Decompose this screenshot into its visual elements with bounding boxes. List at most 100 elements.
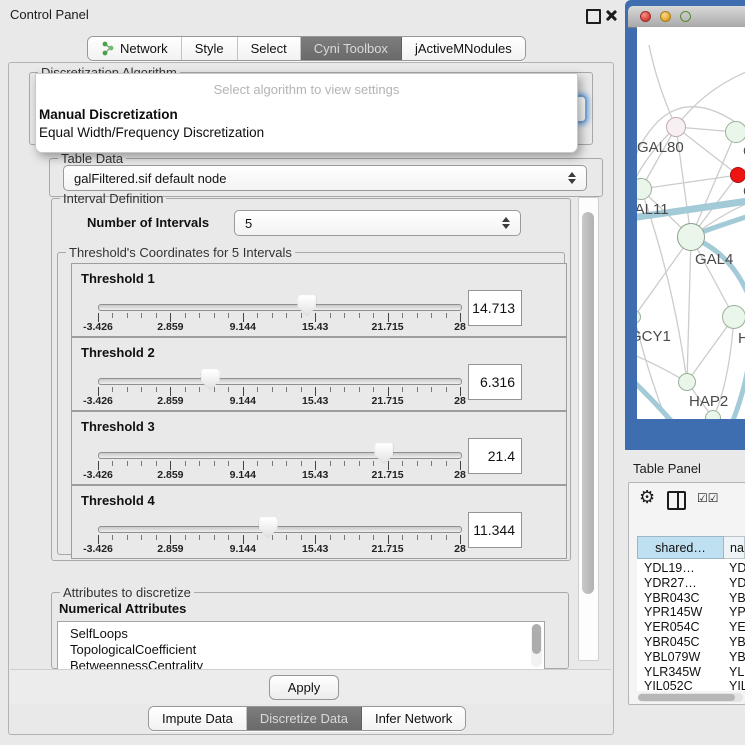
node-label: HAP2 [689,393,728,410]
gear-icon[interactable]: ⚙ [639,487,655,508]
table-row[interactable]: YDL19…YDL1 [637,561,745,576]
tab-jactivemnodules[interactable]: jActiveMNodules [402,37,525,60]
table-row[interactable]: YDR27…YDR2 [637,576,745,591]
scale-label: 21.715 [372,395,404,407]
slider-track[interactable] [98,304,462,311]
tab-discretize-data[interactable]: Discretize Data [247,707,362,730]
minor-tick [431,387,432,392]
threshold-value-field[interactable]: 21.4 [468,438,522,474]
tab-select[interactable]: Select [238,37,301,60]
combo-arrows-icon [568,172,577,184]
scale-label: 2.859 [157,395,183,407]
cell-shared-name: YBR043C [644,591,700,605]
network-icon [101,41,115,56]
scale-label: 21.715 [372,469,404,481]
cell-shared-name: YBL079W [644,650,700,664]
threshold-row: Threshold 1 -3.4262.8599.14415.4321.7152… [71,263,567,337]
cell-name: YBR0 [729,635,745,649]
minor-tick [417,461,418,466]
node-label: GCY1 [637,328,671,345]
tab-infer-network[interactable]: Infer Network [362,707,465,730]
table-row[interactable]: YBR043CYBR0 [637,591,745,606]
edge[interactable] [641,175,738,189]
threshold-row: Threshold 3 -3.4262.8599.14415.4321.7152… [71,411,567,485]
minor-tick [141,535,142,540]
table-row[interactable]: YIL052CYIL0 [637,679,745,691]
scale-label: 2.859 [157,321,183,333]
teal-edge[interactable] [637,377,675,419]
threshold-value-field[interactable]: 6.316 [468,364,522,400]
table-hscrollbar[interactable] [638,693,743,702]
minor-tick [185,387,186,392]
popup-item-equal-width-frequency[interactable]: Equal Width/Frequency Discretization [39,125,264,140]
scale-label: 28 [454,395,466,407]
edge[interactable] [687,237,691,382]
minor-tick [402,535,403,540]
zoom-traffic-light-icon[interactable] [680,11,691,22]
threshold-label: Threshold 4 [81,493,155,508]
apply-button[interactable]: Apply [269,675,339,700]
minor-tick [127,461,128,466]
numerical-attributes-list[interactable]: SelfLoops TopologicalCoefficient Between… [57,621,545,670]
slider-scale-labels: -3.4262.8599.14415.4321.71528 [98,543,460,555]
minor-tick [373,387,374,392]
table-row[interactable]: YPR145WYPR1 [637,605,745,620]
threshold-row: Threshold 2 -3.4262.8599.14415.4321.7152… [71,337,567,411]
threshold-value-field[interactable]: 14.713 [468,290,522,326]
table-row[interactable]: YBR045CYBR0 [637,635,745,650]
network-node[interactable] [705,410,721,419]
cyni-toolbox-panel: Discretization Algorithm Table Data galF… [8,62,614,735]
scale-label: 15.43 [302,395,328,407]
network-canvas[interactable]: GAL80GACGAL11GAL4GCY1HHAP2 [637,27,745,419]
slider-track[interactable] [98,452,462,459]
network-node[interactable] [722,305,745,329]
network-node[interactable] [730,167,745,183]
slider-track[interactable] [98,526,462,533]
close-icon[interactable] [605,9,618,22]
close-traffic-light-icon[interactable] [640,11,651,22]
scale-label: 9.144 [230,395,256,407]
tab-cyni-toolbox[interactable]: Cyni Toolbox [301,37,402,60]
scale-label: 15.43 [302,321,328,333]
network-node[interactable] [725,121,745,143]
tab-label: Discretize Data [260,711,348,726]
float-window-icon[interactable] [586,9,601,24]
minor-tick [156,461,157,466]
table-row[interactable]: YLR345WYLR3 [637,665,745,680]
tab-network[interactable]: Network [88,37,182,60]
tab-label: jActiveMNodules [415,41,512,56]
table-data-combo[interactable]: galFiltered.sif default node [63,165,587,191]
threshold-value-field[interactable]: 11.344 [468,512,522,548]
column-header-shared-name[interactable]: shared… [637,536,724,559]
column-header-name[interactable]: na [724,536,745,559]
list-item[interactable]: TopologicalCoefficient [70,642,196,657]
table-row[interactable]: YBL079WYBL0 [637,650,745,665]
panel-scrollbar[interactable] [578,197,599,661]
popup-item-manual-discretization[interactable]: Manual Discretization [39,107,178,122]
network-node[interactable] [666,117,686,137]
list-item[interactable]: SelfLoops [70,626,128,641]
network-window-titlebar[interactable] [628,6,745,28]
list-scrollbar[interactable] [531,624,542,667]
minimize-traffic-light-icon[interactable] [660,11,671,22]
edge[interactable] [649,45,676,127]
num-intervals-combo[interactable]: 5 [234,210,521,236]
scale-label: 21.715 [372,321,404,333]
network-node[interactable] [677,223,705,251]
slider-track[interactable] [98,378,462,385]
checkbox-icons[interactable]: ☑☑ [697,491,719,505]
network-node[interactable] [678,373,696,391]
tab-impute-data[interactable]: Impute Data [149,707,247,730]
screen: { "control_panel": { "title": "Control P… [0,0,745,745]
tab-label: Select [251,41,287,56]
minor-tick [185,535,186,540]
minor-tick [373,313,374,318]
minor-tick [330,387,331,392]
edge[interactable] [676,67,745,127]
split-columns-icon[interactable] [667,491,686,510]
table-row[interactable]: YER054CYER0 [637,620,745,635]
slider-scale-labels: -3.4262.8599.14415.4321.71528 [98,395,460,407]
scale-label: 9.144 [230,543,256,555]
minor-tick [373,461,374,466]
tab-style[interactable]: Style [182,37,238,60]
